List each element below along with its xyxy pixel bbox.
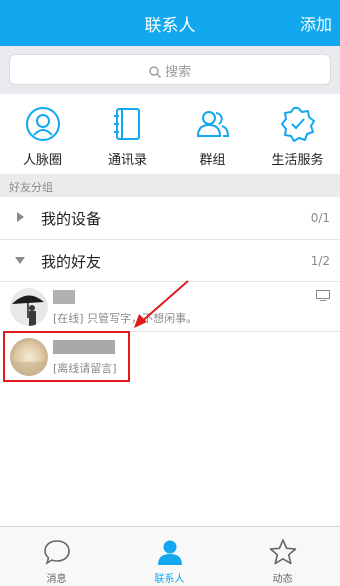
search-icon	[149, 66, 161, 78]
star-icon	[269, 539, 297, 565]
friend-row[interactable]: [在线] 只管写字，不想闲事。	[0, 282, 340, 332]
tab-messages[interactable]: 消息	[0, 527, 113, 586]
group-name: 我的设备	[41, 210, 102, 228]
chat-bubble-icon	[44, 540, 70, 565]
quick-item-groups[interactable]: 群组	[170, 94, 255, 174]
tab-bar: 消息 联系人 动态	[0, 526, 340, 586]
search-placeholder: 搜索	[164, 65, 191, 80]
quick-item-life-services[interactable]: 生活服务	[255, 94, 340, 174]
group-row-my-devices[interactable]: 我的设备 0/1	[0, 197, 340, 239]
tab-label: 消息	[46, 574, 67, 585]
quick-item-address-book[interactable]: 通讯录	[85, 94, 170, 174]
caret-down-icon	[15, 257, 25, 264]
friend-name-redacted	[53, 290, 75, 304]
tab-label: 联系人	[154, 574, 185, 585]
friend-status: [在线] 只管写字，不想闲事。	[53, 312, 198, 325]
tab-label: 动态	[272, 574, 293, 585]
tab-contacts[interactable]: 联系人	[113, 527, 226, 586]
group-row-my-friends[interactable]: 我的好友 1/2	[0, 240, 340, 282]
service-badge-icon	[281, 107, 315, 142]
group-count: 0/1	[310, 211, 330, 225]
group-name: 我的好友	[41, 253, 102, 271]
quick-item-label: 群组	[199, 153, 226, 168]
tab-moments[interactable]: 动态	[226, 527, 339, 586]
quick-item-people-circle[interactable]: 人脉圈	[0, 94, 85, 174]
monitor-icon	[316, 290, 330, 301]
quick-item-label: 人脉圈	[22, 153, 62, 168]
search-bar: 搜索	[0, 46, 340, 94]
quick-item-label: 通讯录	[107, 153, 147, 168]
person-circle-icon	[26, 107, 60, 141]
top-bar: 联系人 添加	[0, 0, 340, 46]
friend-groups-label: 好友分组	[9, 181, 53, 194]
contact-person-icon	[158, 540, 182, 565]
annotation-highlight-box	[3, 331, 130, 382]
add-button[interactable]: 添加	[300, 11, 332, 35]
group-icon	[196, 111, 230, 137]
caret-right-icon	[17, 212, 24, 222]
search-input[interactable]: 搜索	[9, 54, 331, 85]
avatar	[10, 288, 48, 326]
quick-actions: 人脉圈 通讯录 群组 生活服务	[0, 94, 340, 174]
address-book-icon	[114, 108, 140, 140]
list-empty-area	[0, 382, 340, 526]
quick-item-label: 生活服务	[271, 153, 324, 168]
page-title: 联系人	[144, 16, 196, 36]
group-count: 1/2	[310, 254, 330, 268]
